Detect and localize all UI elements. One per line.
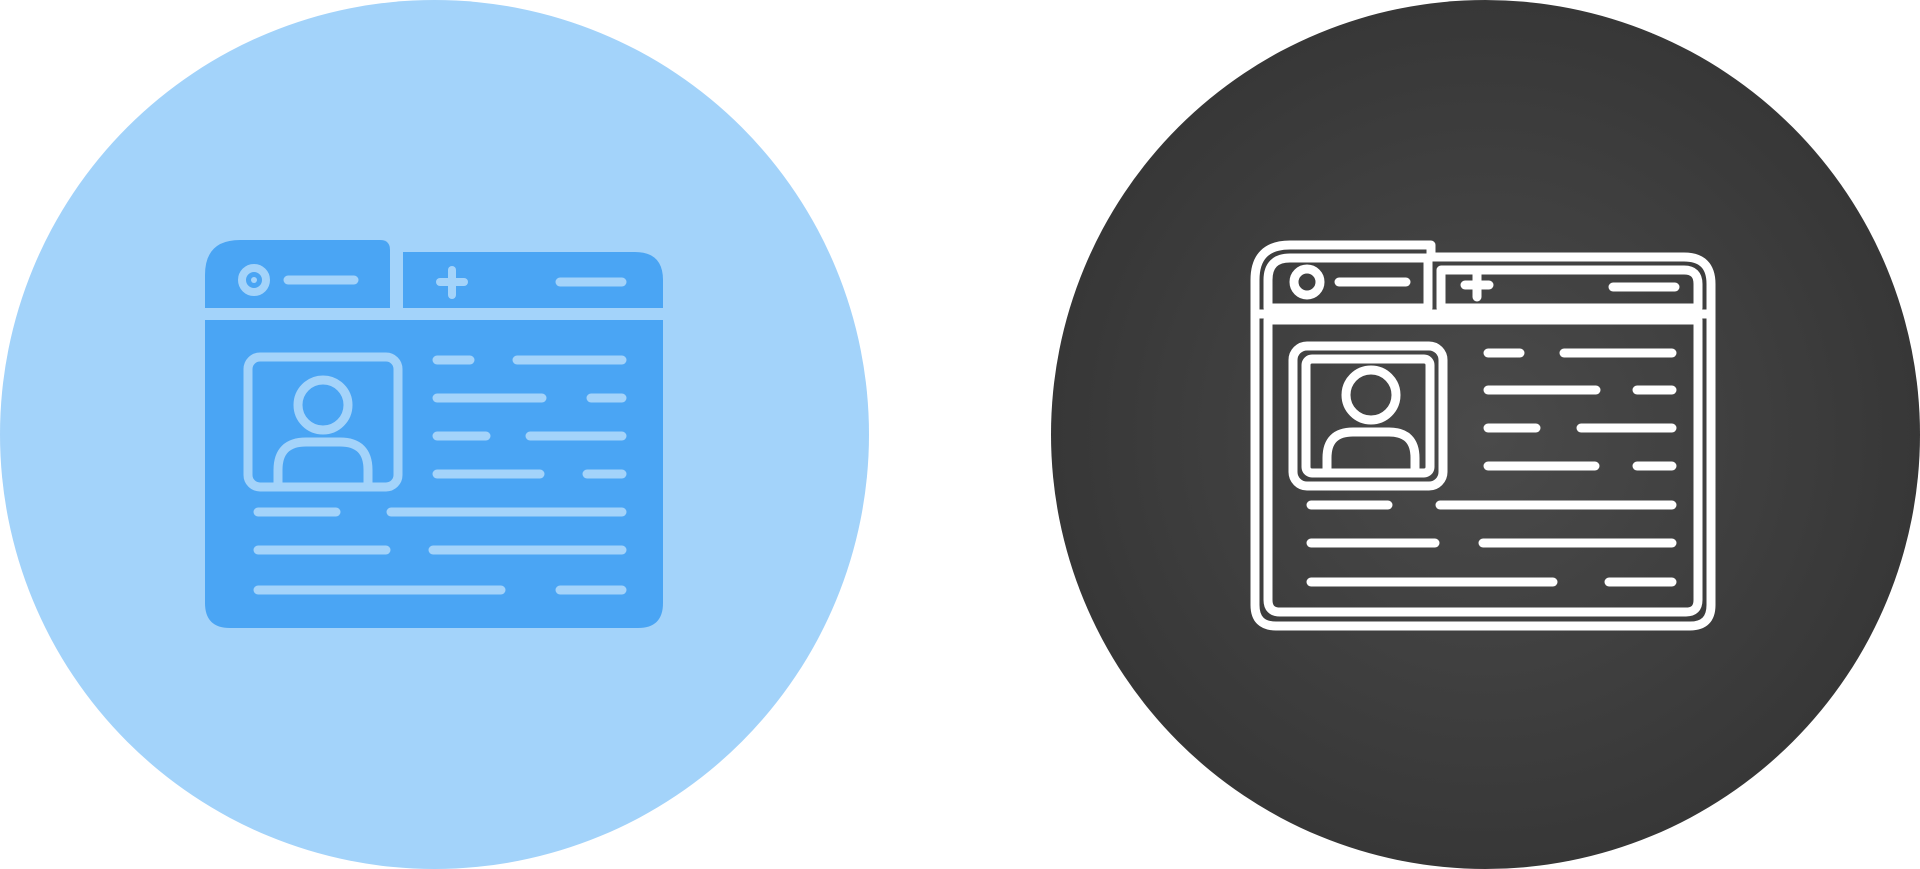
profile-text-lines: [1306, 348, 1677, 587]
profile-webpage-icon: [205, 240, 663, 628]
browser-tab-left: [205, 240, 390, 308]
tab-favicon-icon: [1289, 264, 1325, 300]
new-tab-plus-icon: [1460, 268, 1494, 302]
browser-window-shape: [1250, 240, 1716, 631]
user-avatar-icon: [1322, 365, 1420, 478]
profile-webpage-icon: [1250, 240, 1716, 631]
